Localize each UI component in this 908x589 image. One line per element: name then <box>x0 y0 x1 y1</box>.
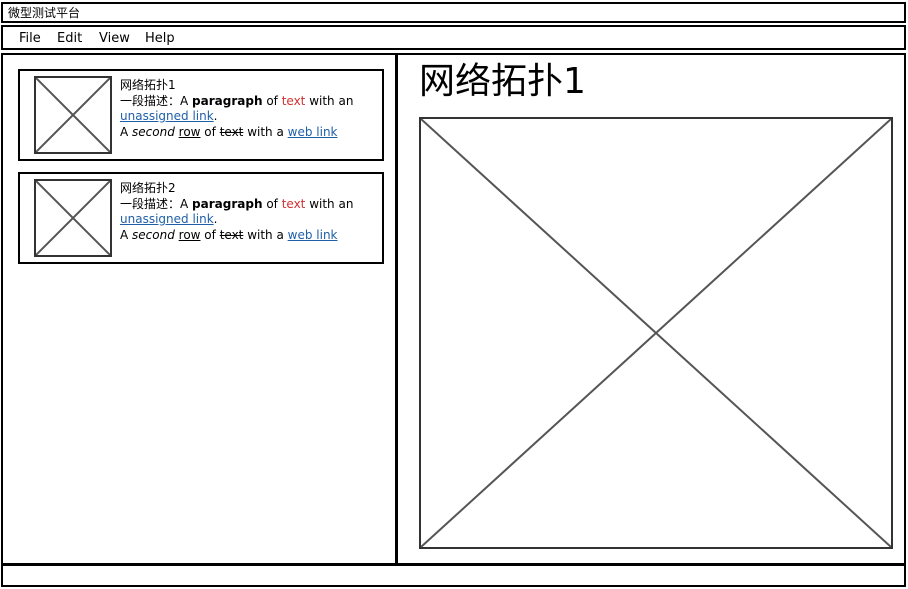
menu-edit[interactable]: Edit <box>57 31 82 46</box>
list-item-desc-line3: A second row of text with a web link <box>120 125 380 141</box>
web-link[interactable]: web link <box>288 228 338 242</box>
desc-text: . <box>213 212 218 226</box>
desc-text: of <box>262 196 282 211</box>
topology-image-placeholder-icon <box>419 117 893 549</box>
desc-red-text: text <box>281 93 306 108</box>
desc-text: of <box>200 227 220 242</box>
desc-text: of <box>200 124 220 139</box>
topology-detail-pane: 网络拓扑1 <box>396 53 906 565</box>
image-placeholder-icon <box>34 76 112 154</box>
menu-help[interactable]: Help <box>145 31 175 46</box>
unassigned-link[interactable]: unassigned link <box>120 212 214 226</box>
desc-strike-text: text <box>219 227 244 242</box>
topology-list-pane: 网络拓扑1 一段描述：A paragraph of text with an u… <box>1 53 397 565</box>
desc-text: A <box>180 93 193 108</box>
window-title: 微型测试平台 <box>8 6 81 20</box>
list-item-desc-line2: unassigned link. <box>120 212 380 228</box>
title-bar: 微型测试平台 <box>1 2 906 23</box>
list-item-desc-line3: A second row of text with a web link <box>120 228 380 244</box>
detail-heading: 网络拓扑1 <box>419 61 586 102</box>
list-item-title: 网络拓扑1 <box>120 78 176 92</box>
desc-text: of <box>262 93 282 108</box>
desc-italic-text: second <box>132 124 175 139</box>
desc-text: . <box>213 109 218 123</box>
desc-text: with an <box>305 93 354 108</box>
list-item-title: 网络拓扑2 <box>120 181 176 195</box>
web-link[interactable]: web link <box>288 125 338 139</box>
desc-text: A <box>180 196 193 211</box>
menu-file[interactable]: File <box>19 31 41 46</box>
status-bar <box>1 564 906 587</box>
list-item[interactable]: 网络拓扑1 一段描述：A paragraph of text with an u… <box>18 69 384 161</box>
menu-view[interactable]: View <box>99 31 130 46</box>
desc-text: with a <box>243 124 288 139</box>
desc-text: A <box>120 124 133 139</box>
desc-bold-text: paragraph <box>192 93 263 108</box>
desc-bold-text: paragraph <box>192 196 263 211</box>
desc-underline-text: row <box>178 124 201 139</box>
desc-text: A <box>120 227 133 242</box>
list-item-text: 网络拓扑1 一段描述：A paragraph of text with an u… <box>120 78 380 140</box>
desc-text: with an <box>305 196 354 211</box>
desc-italic-text: second <box>132 227 175 242</box>
desc-red-text: text <box>281 196 306 211</box>
desc-prefix: 一段描述： <box>120 93 181 108</box>
list-item[interactable]: 网络拓扑2 一段描述：A paragraph of text with an u… <box>18 172 384 264</box>
desc-underline-text: row <box>178 227 201 242</box>
desc-strike-text: text <box>219 124 244 139</box>
image-placeholder-icon <box>34 179 112 257</box>
list-item-desc-line2: unassigned link. <box>120 109 380 125</box>
menu-bar: File Edit View Help <box>1 25 906 50</box>
list-item-desc-line1: 一段描述：A paragraph of text with an <box>120 94 380 110</box>
list-item-text: 网络拓扑2 一段描述：A paragraph of text with an u… <box>120 181 380 243</box>
list-item-desc-line1: 一段描述：A paragraph of text with an <box>120 197 380 213</box>
unassigned-link[interactable]: unassigned link <box>120 109 214 123</box>
desc-prefix: 一段描述： <box>120 196 181 211</box>
desc-text: with a <box>243 227 288 242</box>
